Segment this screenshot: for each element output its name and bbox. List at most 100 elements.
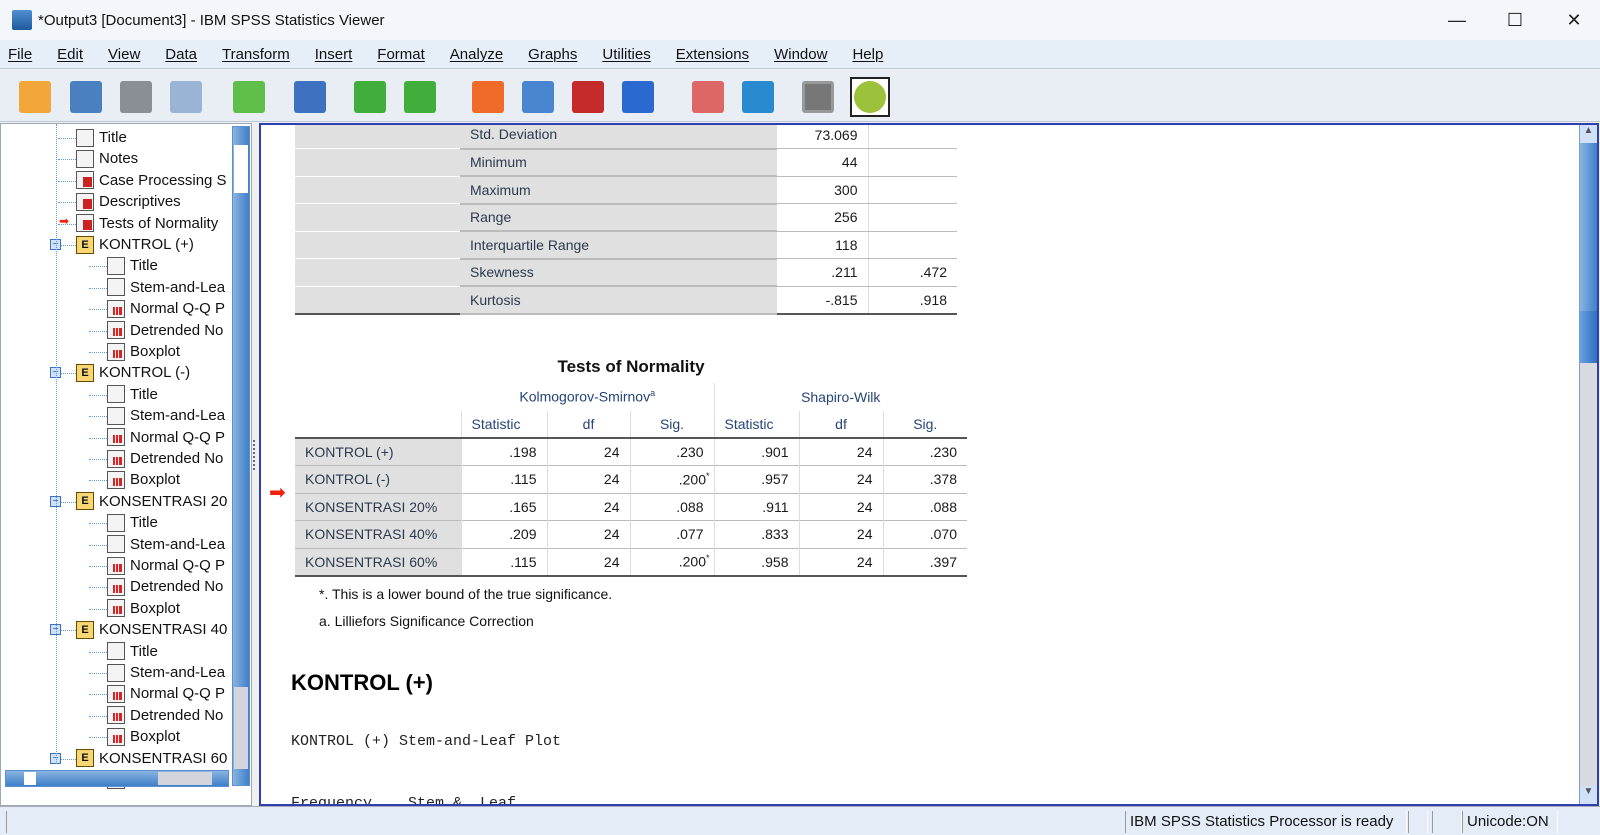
tree-item[interactable]: Boxplot [107,726,180,747]
tree-item[interactable]: Detrended No [107,448,223,469]
tree-item[interactable]: Notes [76,148,138,169]
tree-item[interactable]: E KONSENTRASI 60 [76,748,227,769]
tree-item[interactable]: E KONTROL (-) [76,362,190,383]
scroll-down-icon[interactable]: ▼ [1580,786,1597,804]
value: 24 [603,553,620,570]
variables-button[interactable] [618,77,658,117]
chart-icon [107,556,125,575]
tree-connector [89,459,107,460]
tree-item-label: Detrended No [130,706,224,724]
tree-item[interactable]: Title [76,127,127,148]
output-pane: Std. Deviation 73.069 Minimum 44 Maximum 300 R… [259,123,1599,806]
tree-item[interactable]: Boxplot [107,341,180,362]
statistic-cell: -.815 [777,286,869,314]
value: .115 [510,471,537,488]
table-row: KONTROL (+) .198 24 .230 .901 24 .230 [295,438,967,466]
goto-case-button[interactable] [518,77,558,117]
tree-hscroll-thumb[interactable] [24,772,36,785]
column-header: df [546,410,630,438]
tree-item[interactable]: Detrended No [107,320,223,341]
value-cell: .378 [882,465,967,493]
redo-button[interactable] [400,77,440,117]
maximize-button[interactable]: ☐ [1486,0,1544,40]
tree-item[interactable]: Detrended No [107,705,223,726]
tree-item[interactable]: Stem-and-Lea [107,277,225,298]
goto-data-button[interactable] [468,77,508,117]
menu-file[interactable]: File [8,46,32,63]
undo-button[interactable] [350,77,390,117]
print-preview-button[interactable] [166,77,206,117]
minimize-button[interactable]: — [1428,0,1486,40]
tree-item[interactable]: Stem-and-Lea [107,405,225,426]
tree-connector [89,309,107,311]
tree-item[interactable]: Stem-and-Lea [107,534,225,555]
tree-item[interactable]: Normal Q-Q P [107,427,225,448]
menu-window[interactable]: Window [774,46,827,63]
output-vscroll-thumb[interactable] [1580,311,1597,363]
tree-item[interactable]: Case Processing S [76,170,227,191]
tree-horizontal-scrollbar[interactable] [5,770,229,787]
tree-item[interactable]: Normal Q-Q P [107,555,225,576]
text-icon [107,406,125,425]
value: .957 [761,471,789,488]
tree-item[interactable]: Detrended No [107,576,223,597]
hide-button[interactable] [798,77,838,117]
tree-item[interactable]: Title [107,512,158,533]
tree-item-label: Normal Q-Q P [130,685,226,703]
save-button[interactable] [66,77,106,117]
print-button[interactable] [116,77,156,117]
designate-window-button[interactable] [688,77,728,117]
status-empty [6,811,1126,833]
tree-vscroll-thumb[interactable] [234,145,248,193]
menu-view[interactable]: View [108,46,140,63]
tree-item-label: Boxplot [130,471,181,489]
tree-item-label: KONTROL (+) [99,236,194,253]
title-icon [76,128,94,147]
tree-item-label: Normal Q-Q P [130,428,226,446]
value-cell: .070 [882,520,967,548]
recall-dialog-button[interactable] [290,77,330,117]
tree-item[interactable]: Descriptives [76,191,181,212]
output-vertical-scrollbar[interactable]: ▲ ▼ [1579,125,1597,804]
row-label: Skewness [460,258,777,287]
tree-item[interactable]: Title [107,255,158,276]
tree-hscroll-track[interactable] [158,772,212,785]
tree-item[interactable]: Tests of Normality [76,213,218,234]
menu-extensions[interactable]: Extensions [676,46,749,63]
insert-variable-button[interactable] [568,77,608,117]
normality-table: Kolmogorov-Smirnova Shapiro-Wilk Statist… [295,383,967,577]
value-cell: 24 [546,520,630,548]
tree-item[interactable]: E KONSENTRASI 20 [76,491,227,512]
menu-utilities[interactable]: Utilities [602,46,650,63]
tree-vertical-scrollbar[interactable] [232,126,250,786]
tree-item[interactable]: E KONSENTRASI 40 [76,619,227,640]
menu-analyze[interactable]: Analyze [450,46,503,63]
tree-item[interactable]: Title [107,641,158,662]
tree-item[interactable]: Boxplot [107,469,180,490]
tree-item[interactable]: Normal Q-Q P [107,298,225,319]
menu-insert[interactable]: Insert [315,46,353,63]
tree-item[interactable]: Boxplot [107,598,180,619]
run-script-button[interactable] [738,77,778,117]
pane-splitter[interactable] [253,440,257,470]
tree-item[interactable]: E KONTROL (+) [76,234,194,255]
menu-edit[interactable]: Edit [57,46,83,63]
significance-footnote-mark: * [705,470,710,481]
tree-item[interactable]: Normal Q-Q P [107,683,225,704]
title-icon [107,256,125,275]
export-button[interactable] [229,77,269,117]
menu-transform[interactable]: Transform [222,46,290,63]
statistic-cell: 300 [777,176,869,204]
scroll-up-icon[interactable]: ▲ [1580,125,1597,143]
open-button[interactable] [15,77,55,117]
show-button[interactable] [850,77,890,117]
tree-item[interactable]: Title [107,384,158,405]
menu-graphs[interactable]: Graphs [528,46,577,63]
output-vscroll-track[interactable] [1580,143,1597,311]
menu-help[interactable]: Help [852,46,883,63]
tree-item[interactable]: Stem-and-Lea [107,662,225,683]
menu-format[interactable]: Format [377,46,425,63]
tree-vscroll-track[interactable] [234,687,248,769]
close-button[interactable]: ✕ [1545,0,1600,40]
menu-data[interactable]: Data [165,46,197,63]
